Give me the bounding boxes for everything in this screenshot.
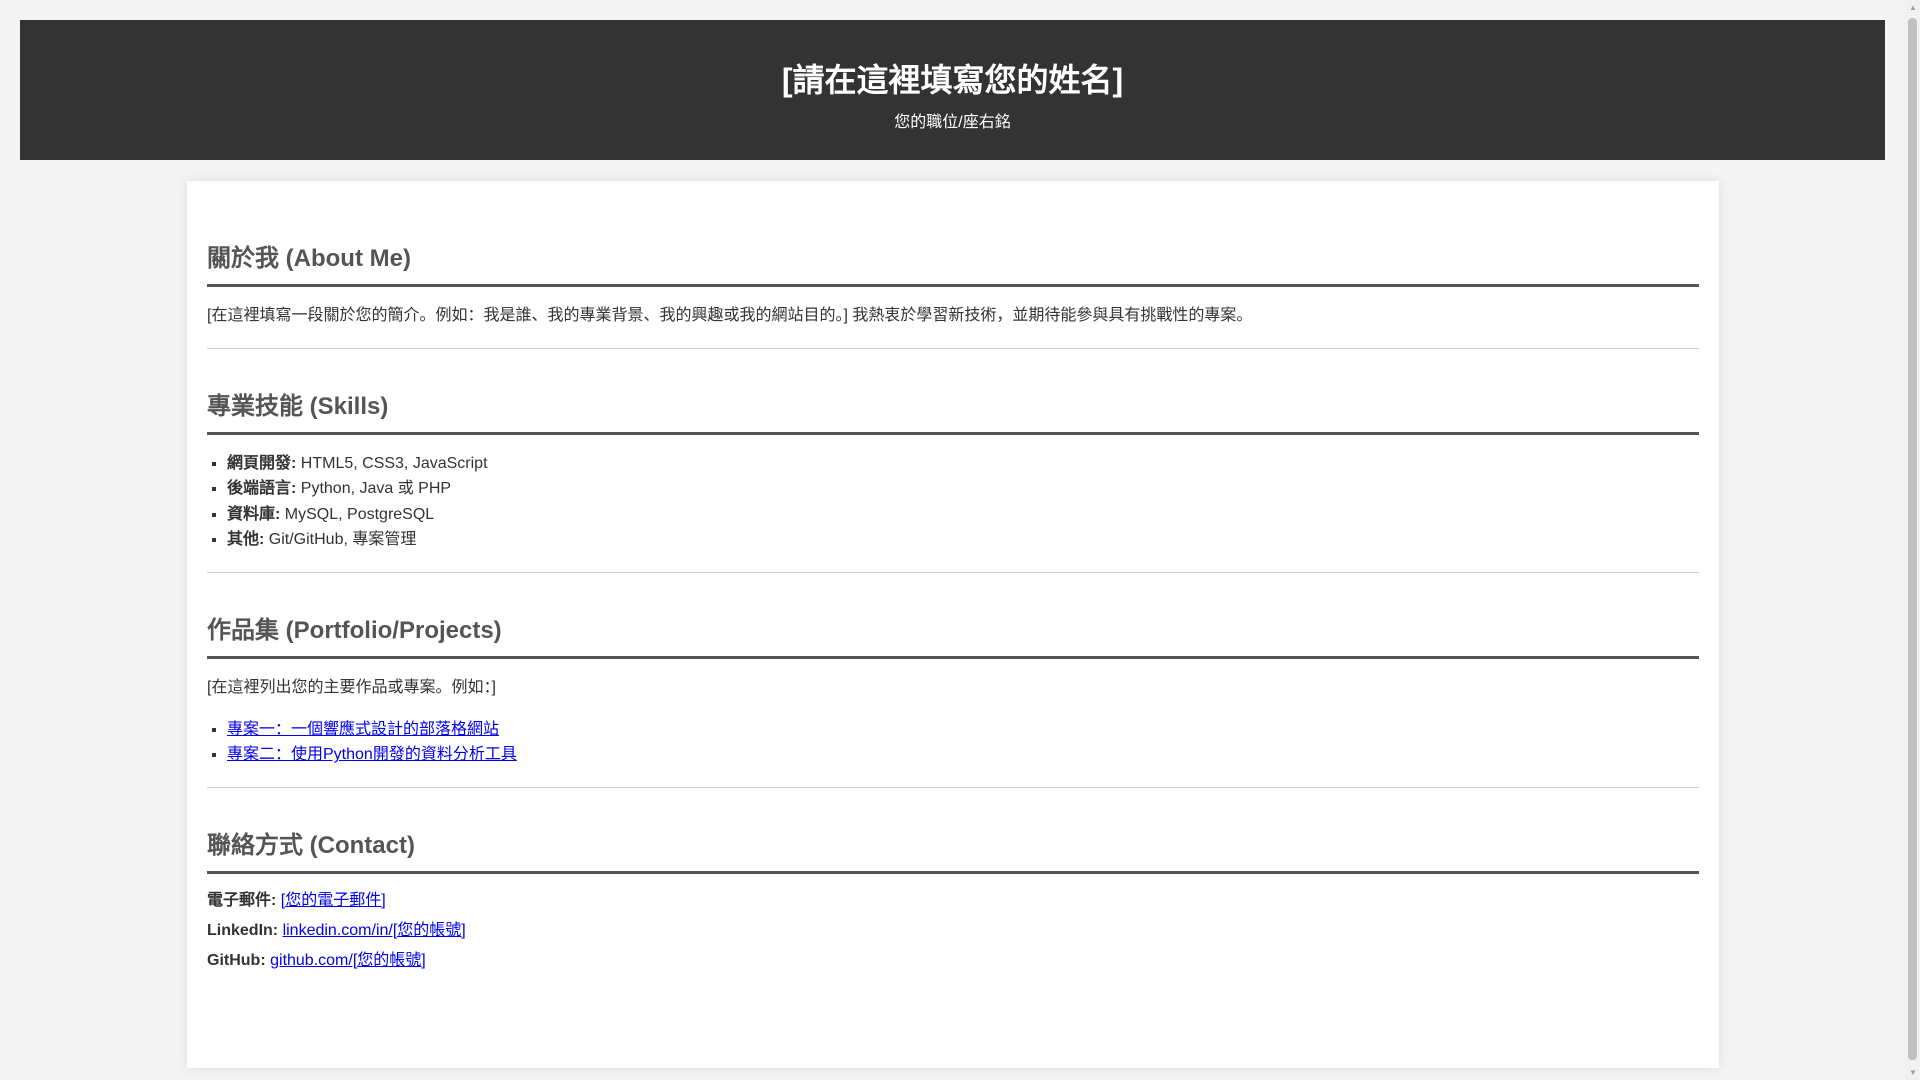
project-item: 專案一：一個響應式設計的部落格網站 (227, 717, 1699, 743)
skills-section: 專業技能 (Skills) 網頁開發: HTML5, CSS3, JavaScr… (207, 388, 1699, 553)
site-name: [請在這裡填寫您的姓名] (781, 62, 1124, 98)
github-link[interactable]: github.com/[您的帳號] (270, 952, 426, 969)
project-link-1[interactable]: 專案一：一個響應式設計的部落格網站 (227, 721, 499, 738)
skill-value: Git/GitHub, 專案管理 (264, 531, 417, 549)
skill-item: 其他: Git/GitHub, 專案管理 (227, 527, 1699, 553)
linkedin-link[interactable]: linkedin.com/in/[您的帳號] (283, 922, 466, 939)
contact-linkedin: LinkedIn: linkedin.com/in/[您的帳號] (207, 918, 1699, 944)
skill-item: 網頁開發: HTML5, CSS3, JavaScript (227, 451, 1699, 477)
portfolio-intro: [在這裡列出您的主要作品或專案。例如：] (207, 678, 496, 696)
skill-label: 其他: (227, 531, 265, 549)
about-text: [在這裡填寫一段關於您的簡介。例如：我是誰、我的專業背景、我的興趣或我的網站目的… (207, 307, 1253, 324)
skill-label: 後端語言: (227, 480, 297, 498)
skill-item: 資料庫: MySQL, PostgreSQL (227, 502, 1699, 528)
contact-heading: 聯絡方式 (Contact) (207, 827, 1699, 874)
skill-label: 網頁開發: (227, 454, 297, 472)
portfolio-heading: 作品集 (Portfolio/Projects) (207, 612, 1699, 659)
page: [請在這裡填寫您的姓名] 您的職位/座右銘 關於我 (About Me) [在這… (0, 0, 1905, 1068)
skill-label: 資料庫: (227, 505, 281, 523)
contact-label: GitHub: (207, 951, 266, 969)
about-heading: 關於我 (About Me) (207, 240, 1699, 287)
contact-label: 電子郵件: (207, 891, 277, 909)
email-link[interactable]: [您的電子郵件] (281, 892, 386, 909)
contact-label: LinkedIn: (207, 921, 279, 939)
site-tagline: 您的職位/座右銘 (894, 114, 1011, 131)
project-list: 專案一：一個響應式設計的部落格網站 專案二：使用Python開發的資料分析工具 (207, 717, 1699, 768)
project-item: 專案二：使用Python開發的資料分析工具 (227, 742, 1699, 768)
skill-item: 後端語言: Python, Java 或 PHP (227, 476, 1699, 502)
about-section: 關於我 (About Me) [在這裡填寫一段關於您的簡介。例如：我是誰、我的專… (207, 240, 1699, 329)
skills-heading: 專業技能 (Skills) (207, 388, 1699, 435)
skills-list: 網頁開發: HTML5, CSS3, JavaScript 後端語言: Pyth… (207, 451, 1699, 553)
contact-section: 聯絡方式 (Contact) 電子郵件: [您的電子郵件] LinkedIn: … (207, 827, 1699, 974)
skill-value: Python, Java 或 PHP (296, 480, 452, 498)
scroll-up-arrow-icon[interactable]: ▲ (1909, 3, 1917, 13)
skill-value: MySQL, PostgreSQL (280, 505, 435, 523)
section-divider (207, 786, 1699, 788)
scrollbar-thumb[interactable] (1908, 18, 1917, 1060)
vertical-scrollbar[interactable]: ▲ ▼ (1905, 0, 1920, 1080)
contact-email: 電子郵件: [您的電子郵件] (207, 888, 1699, 914)
section-divider (207, 347, 1699, 349)
main-container: 關於我 (About Me) [在這裡填寫一段關於您的簡介。例如：我是誰、我的專… (187, 181, 1719, 1068)
portfolio-section: 作品集 (Portfolio/Projects) [在這裡列出您的主要作品或專案… (207, 612, 1699, 768)
section-divider (207, 571, 1699, 573)
project-link-2[interactable]: 專案二：使用Python開發的資料分析工具 (227, 746, 517, 763)
scroll-down-arrow-icon[interactable]: ▼ (1909, 1068, 1917, 1078)
contact-github: GitHub: github.com/[您的帳號] (207, 948, 1699, 974)
site-header: [請在這裡填寫您的姓名] 您的職位/座右銘 (20, 20, 1885, 160)
skill-value: HTML5, CSS3, JavaScript (296, 454, 488, 472)
